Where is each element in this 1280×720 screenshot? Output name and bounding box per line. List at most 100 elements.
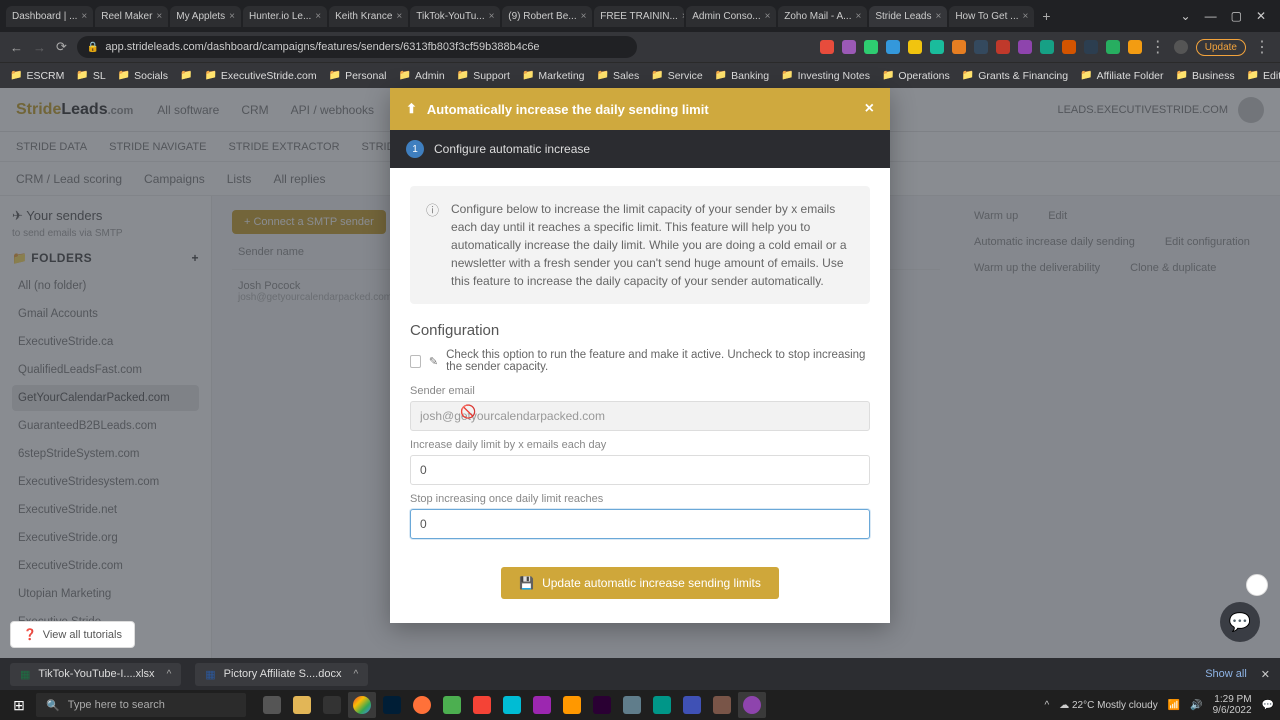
update-chrome-button[interactable]: Update [1196,39,1246,56]
bookmark-folder[interactable]: Marketing [522,70,585,82]
ext-icon[interactable] [1128,40,1142,54]
edit-icon[interactable]: ✎ [429,355,438,368]
download-item[interactable]: ▦ Pictory Affiliate S....docx ^ [195,663,368,686]
nav-forward-icon[interactable]: → [33,40,46,55]
app-icon[interactable] [498,692,526,718]
close-tab-icon[interactable]: × [855,11,861,22]
bookmark-folder[interactable]: Affiliate Folder [1080,70,1163,82]
chrome-menu-icon[interactable]: ⋮ [1254,37,1270,57]
download-item[interactable]: ▦ TikTok-YouTube-I....xlsx ^ [10,663,181,686]
browser-tab[interactable]: My Applets× [170,6,241,27]
bookmark-folder[interactable]: Support [457,70,510,82]
new-tab-button[interactable]: + [1036,8,1056,24]
bookmark-folder[interactable] [180,70,192,82]
bookmark-folder[interactable]: Business [1176,70,1235,82]
browser-tab[interactable]: How To Get ...× [949,6,1034,27]
close-tab-icon[interactable]: × [396,11,402,22]
clock[interactable]: 1:29 PM 9/6/2022 [1213,694,1252,716]
bookmark-folder[interactable]: ESCRM [10,70,64,82]
ext-icon[interactable] [842,40,856,54]
chevron-up-icon[interactable]: ^ [353,669,358,680]
ext-icon[interactable] [908,40,922,54]
ext-icon[interactable] [864,40,878,54]
terminal-icon[interactable] [318,692,346,718]
bookmark-folder[interactable]: Grants & Financing [962,70,1068,82]
volume-icon[interactable]: 🔊 [1190,700,1202,711]
activate-checkbox[interactable] [410,355,421,368]
bookmark-folder[interactable]: Admin [399,70,445,82]
ext-icon[interactable] [820,40,834,54]
close-tab-icon[interactable]: × [489,11,495,22]
help-fab-icon[interactable] [1246,574,1268,596]
increase-by-input[interactable] [410,455,870,485]
app-icon[interactable] [678,692,706,718]
taskbar-search[interactable]: 🔍 Type here to search [36,693,246,717]
browser-tab[interactable]: TikTok-YouTu...× [410,6,500,27]
app-icon[interactable] [708,692,736,718]
browser-tab[interactable]: FREE TRAININ...× [594,6,684,27]
close-tab-icon[interactable]: × [315,11,321,22]
view-tutorials-button[interactable]: ❓ View all tutorials [10,621,135,648]
file-explorer-icon[interactable] [288,692,316,718]
bookmark-folder[interactable]: Service [651,70,702,82]
weather-widget[interactable]: ☁ 22°C Mostly cloudy [1059,700,1157,711]
firefox-icon[interactable] [408,692,436,718]
photoshop-icon[interactable] [378,692,406,718]
close-tab-icon[interactable]: × [935,11,941,22]
minimize-icon[interactable]: — [1205,9,1217,23]
close-tab-icon[interactable]: × [81,11,87,22]
ext-icon[interactable] [974,40,988,54]
bookmark-folder[interactable]: Socials [118,70,168,82]
bookmark-folder[interactable]: Editing [1247,70,1280,82]
start-button[interactable]: ⊞ [6,692,32,718]
app-icon[interactable] [738,692,766,718]
chat-fab-icon[interactable]: 💬 [1220,602,1260,642]
close-tab-icon[interactable]: × [229,11,235,22]
app-icon[interactable] [438,692,466,718]
profile-avatar-icon[interactable] [1174,40,1188,54]
nav-back-icon[interactable]: ← [10,40,23,55]
chevron-down-icon[interactable]: ⌄ [1181,9,1191,23]
wifi-icon[interactable]: 📶 [1168,700,1180,711]
close-tab-icon[interactable]: × [765,11,771,22]
ext-icon[interactable] [952,40,966,54]
maximize-icon[interactable]: ▢ [1231,9,1242,23]
bookmark-folder[interactable]: ExecutiveStride.com [204,70,316,82]
browser-tab[interactable]: Admin Conso...× [686,6,776,27]
premiere-icon[interactable] [588,692,616,718]
ext-icon[interactable] [996,40,1010,54]
bookmark-folder[interactable]: Investing Notes [781,70,870,82]
address-bar[interactable]: 🔒 app.strideleads.com/dashboard/campaign… [77,36,637,58]
app-icon[interactable] [558,692,586,718]
ext-icon[interactable] [1106,40,1120,54]
tray-chevron-icon[interactable]: ^ [1045,700,1050,711]
modal-close-icon[interactable]: × [865,100,874,118]
browser-tab[interactable]: Stride Leads× [869,6,947,27]
extensions-menu-icon[interactable]: ⋮ [1150,37,1166,57]
show-all-downloads[interactable]: Show all [1205,668,1247,680]
ext-icon[interactable] [1084,40,1098,54]
browser-tab[interactable]: Dashboard | ...× [6,6,93,27]
browser-tab[interactable]: Zoho Mail - A...× [778,6,867,27]
browser-tab[interactable]: Keith Krance× [329,6,408,27]
ext-icon[interactable] [1062,40,1076,54]
reload-icon[interactable]: ⟳ [56,39,67,55]
close-shelf-icon[interactable]: ✕ [1261,668,1270,681]
close-tab-icon[interactable]: × [1023,11,1029,22]
bookmark-folder[interactable]: Operations [882,70,950,82]
update-limits-button[interactable]: 💾 Update automatic increase sending limi… [501,567,779,599]
bookmark-folder[interactable]: Banking [715,70,769,82]
close-tab-icon[interactable]: × [581,11,587,22]
browser-tab[interactable]: (9) Robert Be...× [502,6,592,27]
app-icon[interactable] [648,692,676,718]
close-tab-icon[interactable]: × [156,11,162,22]
ext-icon[interactable] [886,40,900,54]
bookmark-folder[interactable]: SL [76,70,105,82]
bookmark-folder[interactable]: Sales [597,70,640,82]
browser-tab[interactable]: Hunter.io Le...× [243,6,327,27]
chevron-up-icon[interactable]: ^ [167,669,172,680]
task-view-icon[interactable] [258,692,286,718]
app-icon[interactable] [618,692,646,718]
bookmark-folder[interactable]: Personal [329,70,387,82]
app-icon[interactable] [528,692,556,718]
